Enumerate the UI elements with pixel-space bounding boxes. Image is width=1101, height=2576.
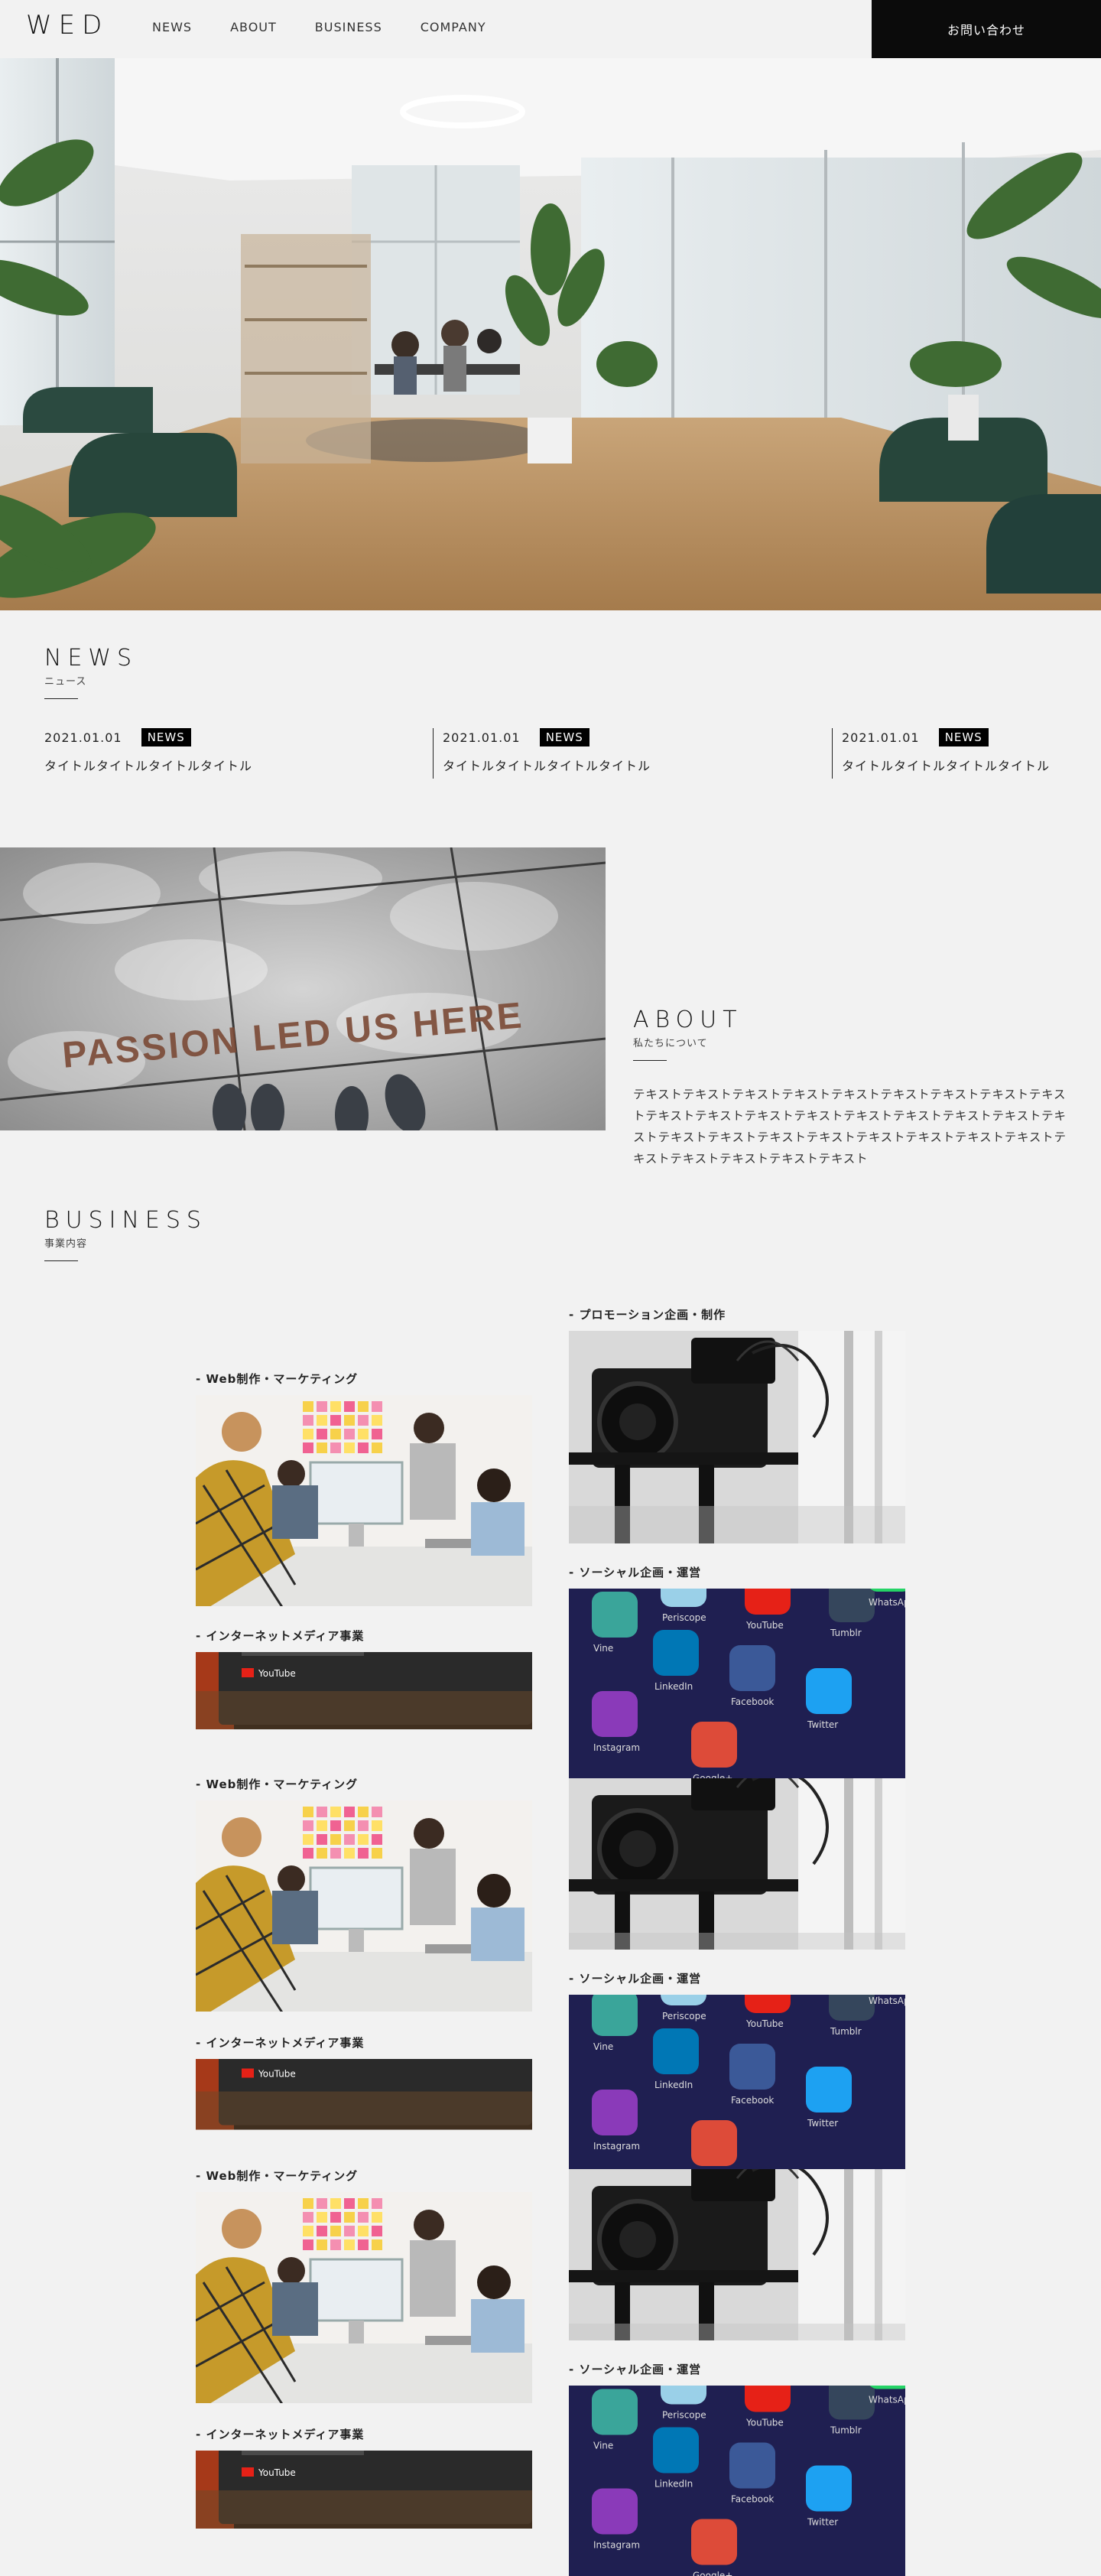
business-item-label[interactable]: - ソーシャル企画・運営 (569, 1970, 905, 1986)
news-heading: NEWS ニュース (44, 645, 138, 699)
svg-text:LinkedIn: LinkedIn (654, 2080, 693, 2090)
svg-text:Facebook: Facebook (731, 2494, 774, 2505)
business-item-label[interactable]: - インターネットメディア事業 (196, 2034, 532, 2051)
svg-text:Periscope: Periscope (662, 2410, 706, 2421)
svg-text:Google+: Google+ (693, 1773, 732, 1778)
business-item-image[interactable]: Safari File Edit View History YouTube (196, 2059, 532, 2170)
nav-item-news[interactable]: NEWS (152, 20, 192, 34)
site-header: WED NEWS ABOUT BUSINESS COMPANY お問い合わせ (0, 0, 1101, 58)
hero-image (0, 58, 1101, 610)
svg-text:Tumblr: Tumblr (830, 1628, 862, 1638)
news-item[interactable]: 2021.01.01 NEWS タイトルタイトルタイトルタイトル (832, 728, 1084, 779)
svg-text:YouTube: YouTube (745, 2418, 784, 2428)
svg-text:LinkedIn: LinkedIn (654, 2479, 693, 2490)
svg-text:Vine: Vine (593, 1643, 613, 1654)
global-nav: NEWS ABOUT BUSINESS COMPANY (152, 20, 525, 34)
svg-text:Google+: Google+ (693, 2571, 732, 2576)
heading-divider (44, 1260, 78, 1261)
about-body-text: テキストテキストテキストテキストテキストテキストテキストテキストテキストテキスト… (633, 1088, 1067, 1166)
svg-text:Periscope: Periscope (662, 1612, 706, 1623)
contact-button[interactable]: お問い合わせ (872, 0, 1101, 58)
business-item-label[interactable]: - プロモーション企画・制作 (569, 1306, 905, 1322)
business-item-image[interactable] (569, 1778, 905, 1950)
about-heading: ABOUT 私たちについて (633, 1007, 743, 1061)
svg-text:Instagram: Instagram (593, 2141, 640, 2152)
nav-item-about[interactable]: ABOUT (230, 20, 277, 34)
svg-text:YouTube: YouTube (745, 1620, 784, 1631)
nav-item-business[interactable]: BUSINESS (315, 20, 382, 34)
business-item-label[interactable]: - ソーシャル企画・運営 (569, 1564, 905, 1580)
business-item-image[interactable] (196, 2192, 532, 2403)
business-item-image[interactable] (196, 1800, 532, 2012)
news-date: 2021.01.01 (44, 730, 122, 745)
svg-text:YouTube: YouTube (745, 2018, 784, 2029)
nav-item-company[interactable]: COMPANY (421, 20, 486, 34)
business-item-image[interactable] (569, 1331, 905, 1543)
svg-text:Facebook: Facebook (731, 2095, 774, 2106)
news-date: 2021.01.01 (443, 730, 521, 745)
svg-text:YouTube: YouTube (258, 2069, 296, 2080)
svg-text:Instagram: Instagram (593, 1742, 640, 1753)
svg-text:WhatsApp: WhatsApp (869, 2395, 905, 2405)
news-item[interactable]: 2021.01.01 NEWS タイトルタイトルタイトルタイトル (44, 728, 365, 779)
business-heading: BUSINESS 事業内容 (44, 1207, 207, 1261)
news-heading-ja: ニュース (44, 676, 87, 688)
business-item-image[interactable] (569, 2169, 905, 2340)
svg-text:Tumblr: Tumblr (830, 2026, 862, 2037)
news-badge: NEWS (539, 728, 589, 746)
heading-divider (633, 1060, 667, 1061)
svg-text:Instagram: Instagram (593, 2540, 640, 2551)
svg-text:Twitter: Twitter (807, 2118, 838, 2129)
news-item[interactable]: 2021.01.01 NEWS タイトルタイトルタイトルタイトル (433, 728, 754, 779)
business-heading-ja: 事業内容 (44, 1238, 88, 1250)
news-heading-en: NEWS (44, 645, 138, 672)
svg-text:WhatsApp: WhatsApp (869, 1597, 905, 1608)
business-item-image[interactable]: Vine Periscope YouTube Tumblr LinkedIn F… (569, 2386, 905, 2576)
svg-text:Vine: Vine (593, 2441, 613, 2451)
business-item-image[interactable]: Vine Periscope YouTube Tumblr LinkedIn F… (569, 1589, 905, 1778)
svg-text:WhatsApp: WhatsApp (869, 1995, 905, 2006)
news-date: 2021.01.01 (842, 730, 920, 745)
about-heading-en: ABOUT (633, 1007, 743, 1033)
svg-text:Vine: Vine (593, 2041, 613, 2052)
business-item-label[interactable]: - ソーシャル企画・運営 (569, 2361, 905, 2377)
svg-text:LinkedIn: LinkedIn (654, 1681, 693, 1692)
news-badge: NEWS (141, 728, 191, 746)
news-title[interactable]: タイトルタイトルタイトルタイトル (443, 756, 754, 774)
svg-text:Periscope: Periscope (662, 2011, 706, 2021)
business-item-label[interactable]: - インターネットメディア事業 (196, 2426, 532, 2442)
business-item-image[interactable]: Vine Periscope YouTube Tumblr LinkedIn F… (569, 1995, 905, 2169)
svg-text:Facebook: Facebook (731, 1696, 774, 1707)
news-title[interactable]: タイトルタイトルタイトルタイトル (842, 756, 1084, 774)
heading-divider (44, 698, 78, 699)
about-image: PASSION LED US HERE (0, 847, 606, 1130)
svg-text:Twitter: Twitter (807, 2517, 838, 2528)
business-item-image[interactable] (196, 1395, 532, 1606)
business-item-label[interactable]: - インターネットメディア事業 (196, 1628, 532, 1644)
svg-text:Tumblr: Tumblr (830, 2425, 862, 2436)
svg-text:Twitter: Twitter (807, 1719, 838, 1730)
business-item-label[interactable]: - Web制作・マーケティング (196, 1371, 532, 1387)
business-item-label[interactable]: - Web制作・マーケティング (196, 1776, 532, 1792)
news-title[interactable]: タイトルタイトルタイトルタイトル (44, 756, 365, 774)
svg-text:YouTube: YouTube (258, 2467, 296, 2478)
business-heading-en: BUSINESS (44, 1207, 207, 1234)
news-badge: NEWS (938, 728, 989, 746)
business-item-image[interactable]: Safari File Edit View History YouTube (196, 2451, 532, 2576)
about-heading-ja: 私たちについて (633, 1038, 708, 1049)
site-logo[interactable]: WED (26, 10, 109, 41)
svg-text:YouTube: YouTube (258, 1668, 296, 1679)
business-item-image[interactable]: Safari File Edit View History YouTube (196, 1652, 532, 1776)
business-item-label[interactable]: - Web制作・マーケティング (196, 2168, 532, 2184)
